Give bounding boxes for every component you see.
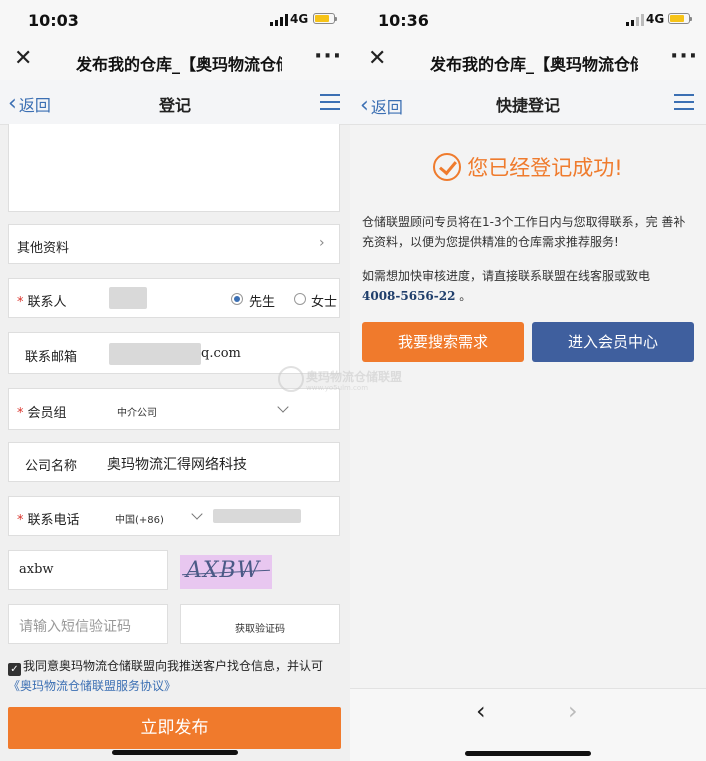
menu-icon[interactable] bbox=[320, 94, 340, 110]
captcha-input-box[interactable]: axbw bbox=[8, 550, 168, 590]
other-info-label: 其他资料 bbox=[17, 241, 70, 256]
status-time: 10:03 bbox=[28, 11, 79, 30]
member-group-select[interactable]: 中介公司 bbox=[117, 404, 157, 419]
sms-code-input[interactable]: 请输入短信验证码 bbox=[8, 604, 168, 644]
wechat-page-title: 发布我的仓库_【奥玛物流仓储 bbox=[430, 55, 638, 74]
browser-bottom-nav: ‹ › bbox=[350, 688, 706, 761]
watermark-text: 奥玛物流仓储联盟 bbox=[306, 370, 403, 384]
phone-row: * 联系电话 中国(+86) bbox=[8, 496, 340, 536]
agreement: ✓ 我同意奥玛物流仓储联盟向我推送客户找仓信息，并认可 《奥玛物流仓储联盟服务协议… bbox=[8, 656, 343, 696]
checkbox-checked-icon[interactable]: ✓ bbox=[8, 663, 21, 676]
contact-name-input[interactable] bbox=[109, 287, 147, 309]
expedite-notice: 如需想加快审核进度，请直接联系联盟在线客服或致电 4008-5656-22 。 bbox=[362, 266, 694, 306]
chevron-right-icon: › bbox=[319, 235, 325, 251]
signal-icon bbox=[270, 14, 288, 26]
contact-notice: 仓储联盟顾问专员将在1-3个工作日内与您取得联系，完 善补充资料，以便为您提供精… bbox=[362, 215, 686, 249]
expedite-text: 如需想加快审核进度，请直接联系联盟在线客服或致电 bbox=[362, 269, 651, 283]
agreement-link[interactable]: 《奥玛物流仓储联盟服务协议》 bbox=[8, 679, 176, 693]
page-title: 登记 bbox=[158, 96, 191, 115]
sms-placeholder: 请输入短信验证码 bbox=[19, 619, 131, 635]
watermark: 奥玛物流仓储联盟 www.yo5ulm.com bbox=[278, 366, 428, 396]
check-circle-icon bbox=[433, 153, 462, 181]
chevron-down-icon bbox=[191, 508, 203, 520]
phone-input[interactable] bbox=[213, 509, 301, 523]
more-icon[interactable]: ··· bbox=[670, 44, 698, 69]
company-row: 公司名称 奥玛物流汇得网络科技 bbox=[8, 442, 340, 482]
home-indicator[interactable] bbox=[112, 750, 238, 755]
contact-label: * 联系人 bbox=[17, 295, 67, 310]
watermark-logo-icon bbox=[278, 366, 304, 392]
radio-male[interactable] bbox=[231, 293, 243, 305]
status-bar: 10:36 4G bbox=[350, 0, 706, 40]
home-indicator[interactable] bbox=[465, 751, 591, 756]
gender-female-label: 女士 bbox=[311, 295, 338, 310]
nav-forward-icon[interactable]: › bbox=[568, 697, 578, 725]
battery-icon bbox=[668, 13, 692, 24]
publish-button[interactable]: 立即发布 bbox=[8, 707, 341, 749]
gender-male-label: 先生 bbox=[249, 295, 276, 310]
hotline-number[interactable]: 4008-5656-22 bbox=[362, 289, 455, 303]
member-group-label: * 会员组 bbox=[17, 406, 67, 421]
captcha-input[interactable]: axbw bbox=[19, 562, 54, 577]
remarks-textarea[interactable] bbox=[8, 124, 340, 212]
status-bar: 10:03 4G bbox=[0, 0, 350, 40]
sms-button-label: 获取验证码 bbox=[235, 624, 285, 635]
wechat-title-bar: ✕ 发布我的仓库_【奥玛物流仓储 ··· bbox=[350, 40, 706, 80]
more-icon[interactable]: ··· bbox=[314, 44, 342, 69]
success-message: 您已经登记成功! bbox=[350, 152, 706, 182]
email-input[interactable] bbox=[109, 343, 201, 365]
app-header: ‹ 返回 快捷登记 bbox=[350, 80, 706, 125]
signal-icon bbox=[626, 14, 644, 26]
network-label: 4G bbox=[646, 12, 665, 26]
status-time: 10:36 bbox=[378, 11, 429, 30]
member-center-button[interactable]: 进入会员中心 bbox=[532, 322, 694, 362]
close-icon[interactable]: ✕ bbox=[368, 48, 386, 70]
radio-female[interactable] bbox=[294, 293, 306, 305]
battery-icon bbox=[313, 13, 337, 24]
menu-icon[interactable] bbox=[674, 94, 694, 110]
email-label: 联系邮箱 bbox=[25, 350, 78, 365]
company-label: 公司名称 bbox=[25, 459, 78, 474]
captcha-image[interactable]: AXBW bbox=[180, 555, 272, 589]
hotline-suffix: 。 bbox=[459, 289, 472, 303]
wechat-page-title: 发布我的仓库_【奥玛物流仓储 bbox=[76, 55, 282, 74]
page-title: 快捷登记 bbox=[495, 96, 560, 115]
phone-region-select[interactable]: 中国(+86) bbox=[115, 511, 164, 526]
chevron-down-icon bbox=[277, 401, 289, 413]
watermark-url: www.yo5ulm.com bbox=[306, 384, 369, 392]
agreement-text: 我同意奥玛物流仓储联盟向我推送客户找仓信息，并认可 bbox=[23, 659, 324, 673]
email-suffix: q.com bbox=[201, 346, 241, 361]
network-label: 4G bbox=[290, 12, 309, 26]
phone-label: * 联系电话 bbox=[17, 513, 80, 528]
close-icon[interactable]: ✕ bbox=[14, 48, 32, 70]
nav-back-icon[interactable]: ‹ bbox=[476, 697, 486, 725]
search-demand-button[interactable]: 我要搜索需求 bbox=[362, 322, 524, 362]
success-text: 您已经登记成功! bbox=[467, 156, 623, 180]
app-header: ‹ 返回 登记 bbox=[0, 80, 350, 125]
get-sms-code-button[interactable]: 获取验证码 bbox=[180, 604, 340, 644]
other-info-row[interactable]: 其他资料 › bbox=[8, 224, 340, 264]
company-input[interactable]: 奥玛物流汇得网络科技 bbox=[107, 454, 247, 474]
contact-row: * 联系人 先生 女士 bbox=[8, 278, 340, 318]
wechat-title-bar: ✕ 发布我的仓库_【奥玛物流仓储 ··· bbox=[0, 40, 350, 80]
